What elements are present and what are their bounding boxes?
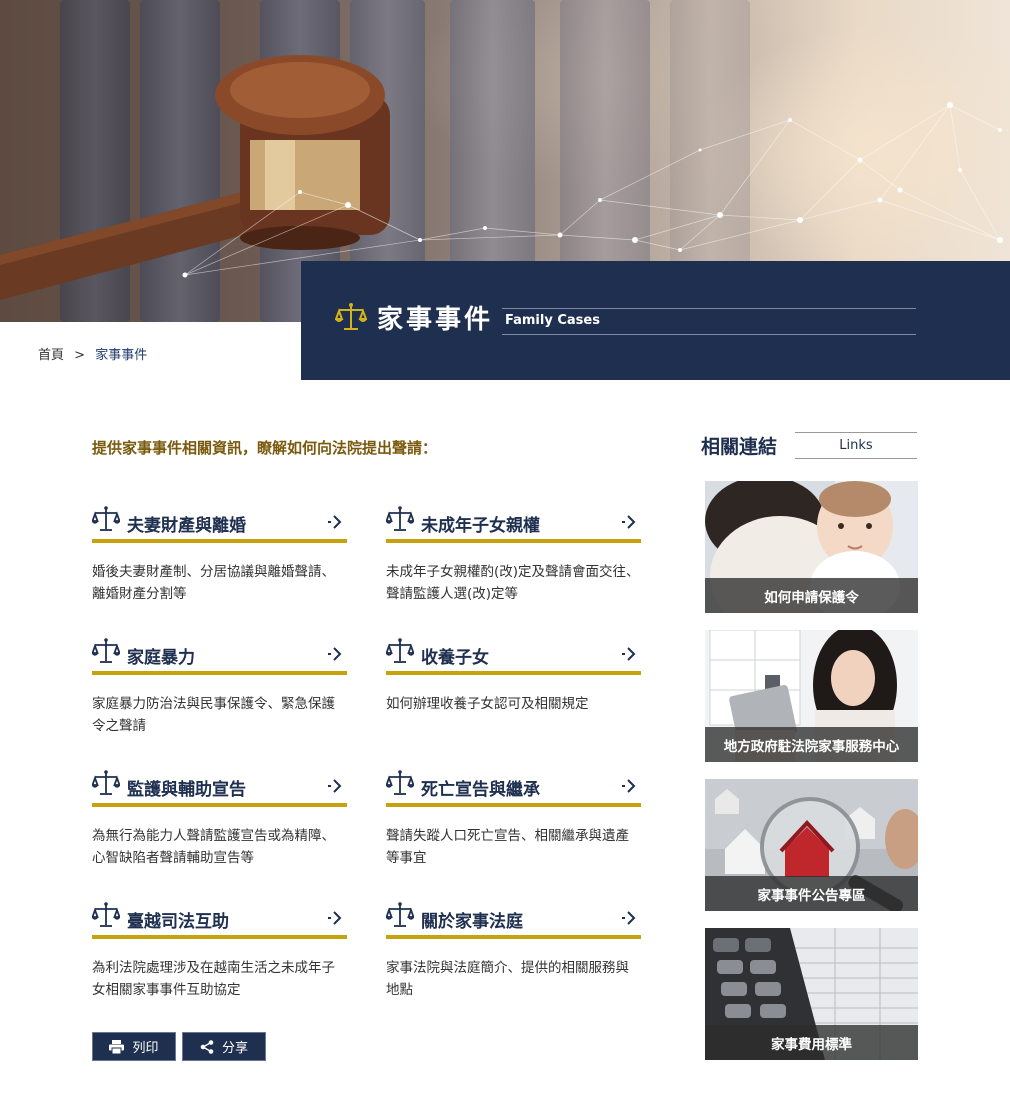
category-title[interactable]: 關於家事法庭 — [421, 907, 523, 932]
link-tile-announcements[interactable]: 家事事件公告專區 — [705, 779, 918, 911]
arrow-right-icon[interactable] — [327, 646, 343, 662]
link-tile-label: 地方政府駐法院家事服務中心 — [705, 727, 918, 762]
page-title-panel: 家事事件 Family Cases — [301, 261, 1010, 380]
print-button-label: 列印 — [132, 1041, 159, 1056]
category-card[interactable]: 未成年子女親權未成年子女親權酌(改)定及聲請會面交往、聲請監護人選(改)定等 — [385, 505, 641, 605]
link-tile-protection-order[interactable]: 如何申請保護令 — [705, 481, 918, 613]
category-description: 如何辦理收養子女認可及相關規定 — [386, 696, 589, 712]
scales-icon — [385, 637, 415, 665]
breadcrumb-current[interactable]: 家事事件 — [95, 348, 147, 363]
category-description: 家庭暴力防治法與民事保護令、緊急保護令之聲請 — [92, 696, 335, 734]
link-tile-label: 家事費用標準 — [705, 1025, 918, 1060]
category-title[interactable]: 收養子女 — [421, 643, 489, 668]
share-button[interactable]: 分享 — [182, 1032, 266, 1061]
related-links-label: Links — [839, 438, 873, 453]
page-subtitle-en: Family Cases — [505, 313, 600, 328]
scales-icon — [91, 637, 121, 665]
arrow-right-icon[interactable] — [621, 514, 637, 530]
category-card-header[interactable]: 臺越司法互助 — [91, 901, 347, 939]
breadcrumb-separator: > — [74, 348, 86, 363]
arrow-right-icon[interactable] — [327, 778, 343, 794]
category-card-header[interactable]: 家庭暴力 — [91, 637, 347, 675]
arrow-right-icon[interactable] — [327, 910, 343, 926]
arrow-right-icon[interactable] — [621, 910, 637, 926]
breadcrumb: 首頁 > 家事事件 — [38, 344, 147, 363]
category-card[interactable]: 臺越司法互助為利法院處理涉及在越南生活之未成年子女相關家事事件互助協定 — [91, 901, 347, 1001]
category-description: 聲請失蹤人口死亡宣告、相關繼承與遺產等事宜 — [386, 828, 629, 866]
arrow-right-icon[interactable] — [621, 778, 637, 794]
category-card[interactable]: 家庭暴力家庭暴力防治法與民事保護令、緊急保護令之聲請 — [91, 637, 347, 737]
scales-icon — [385, 505, 415, 533]
category-card[interactable]: 夫妻財產與離婚婚後夫妻財產制、分居協議與離婚聲請、離婚財產分割等 — [91, 505, 347, 605]
scales-icon — [385, 769, 415, 797]
category-title[interactable]: 夫妻財產與離婚 — [127, 511, 246, 536]
category-title[interactable]: 死亡宣告與繼承 — [421, 775, 540, 800]
scales-icon — [91, 769, 121, 797]
category-card[interactable]: 關於家事法庭家事法院與法庭簡介、提供的相關服務與地點 — [385, 901, 641, 1001]
link-tile-family-service-center[interactable]: 地方政府駐法院家事服務中心 — [705, 630, 918, 762]
category-card-header[interactable]: 死亡宣告與繼承 — [385, 769, 641, 807]
category-card-header[interactable]: 收養子女 — [385, 637, 641, 675]
category-title[interactable]: 未成年子女親權 — [421, 511, 540, 536]
category-card-header[interactable]: 監護與輔助宣告 — [91, 769, 347, 807]
category-card-header[interactable]: 夫妻財產與離婚 — [91, 505, 347, 543]
scales-icon — [91, 901, 121, 929]
scales-icon — [385, 901, 415, 929]
related-links-title: 相關連結 — [701, 436, 778, 458]
category-description: 為利法院處理涉及在越南生活之未成年子女相關家事事件互助協定 — [92, 960, 335, 998]
intro-text: 提供家事事件相關資訊，瞭解如何向法院提出聲請： — [92, 439, 438, 457]
arrow-right-icon[interactable] — [621, 646, 637, 662]
category-card[interactable]: 收養子女如何辦理收養子女認可及相關規定 — [385, 637, 641, 715]
category-title[interactable]: 家庭暴力 — [127, 643, 195, 668]
link-tile-fee-standards[interactable]: 家事費用標準 — [705, 928, 918, 1060]
category-card[interactable]: 死亡宣告與繼承聲請失蹤人口死亡宣告、相關繼承與遺產等事宜 — [385, 769, 641, 869]
category-description: 家事法院與法庭簡介、提供的相關服務與地點 — [386, 960, 629, 998]
share-icon — [200, 1039, 214, 1054]
category-description: 婚後夫妻財產制、分居協議與離婚聲請、離婚財產分割等 — [92, 564, 335, 602]
breadcrumb-home-link[interactable]: 首頁 — [38, 348, 64, 363]
category-title[interactable]: 監護與輔助宣告 — [127, 775, 246, 800]
link-tile-label: 家事事件公告專區 — [705, 876, 918, 911]
category-card-header[interactable]: 關於家事法庭 — [385, 901, 641, 939]
page-subtitle-box: Family Cases — [502, 308, 916, 335]
category-card[interactable]: 監護與輔助宣告為無行為能力人聲請監護宣告或為精障、心智缺陷者聲請輔助宣告等 — [91, 769, 347, 869]
scales-icon — [91, 505, 121, 533]
category-title[interactable]: 臺越司法互助 — [127, 907, 229, 932]
page-title: 家事事件 — [377, 305, 494, 335]
category-description: 未成年子女親權酌(改)定及聲請會面交往、聲請監護人選(改)定等 — [386, 564, 640, 602]
share-button-label: 分享 — [221, 1041, 248, 1056]
print-button[interactable]: 列印 — [92, 1032, 176, 1061]
category-description: 為無行為能力人聲請監護宣告或為精障、心智缺陷者聲請輔助宣告等 — [92, 828, 335, 866]
printer-icon — [109, 1039, 125, 1054]
category-card-header[interactable]: 未成年子女親權 — [385, 505, 641, 543]
link-tile-label: 如何申請保護令 — [705, 578, 918, 613]
related-links-label-box: Links — [795, 432, 917, 459]
scales-of-justice-icon — [335, 303, 367, 330]
arrow-right-icon[interactable] — [327, 514, 343, 530]
